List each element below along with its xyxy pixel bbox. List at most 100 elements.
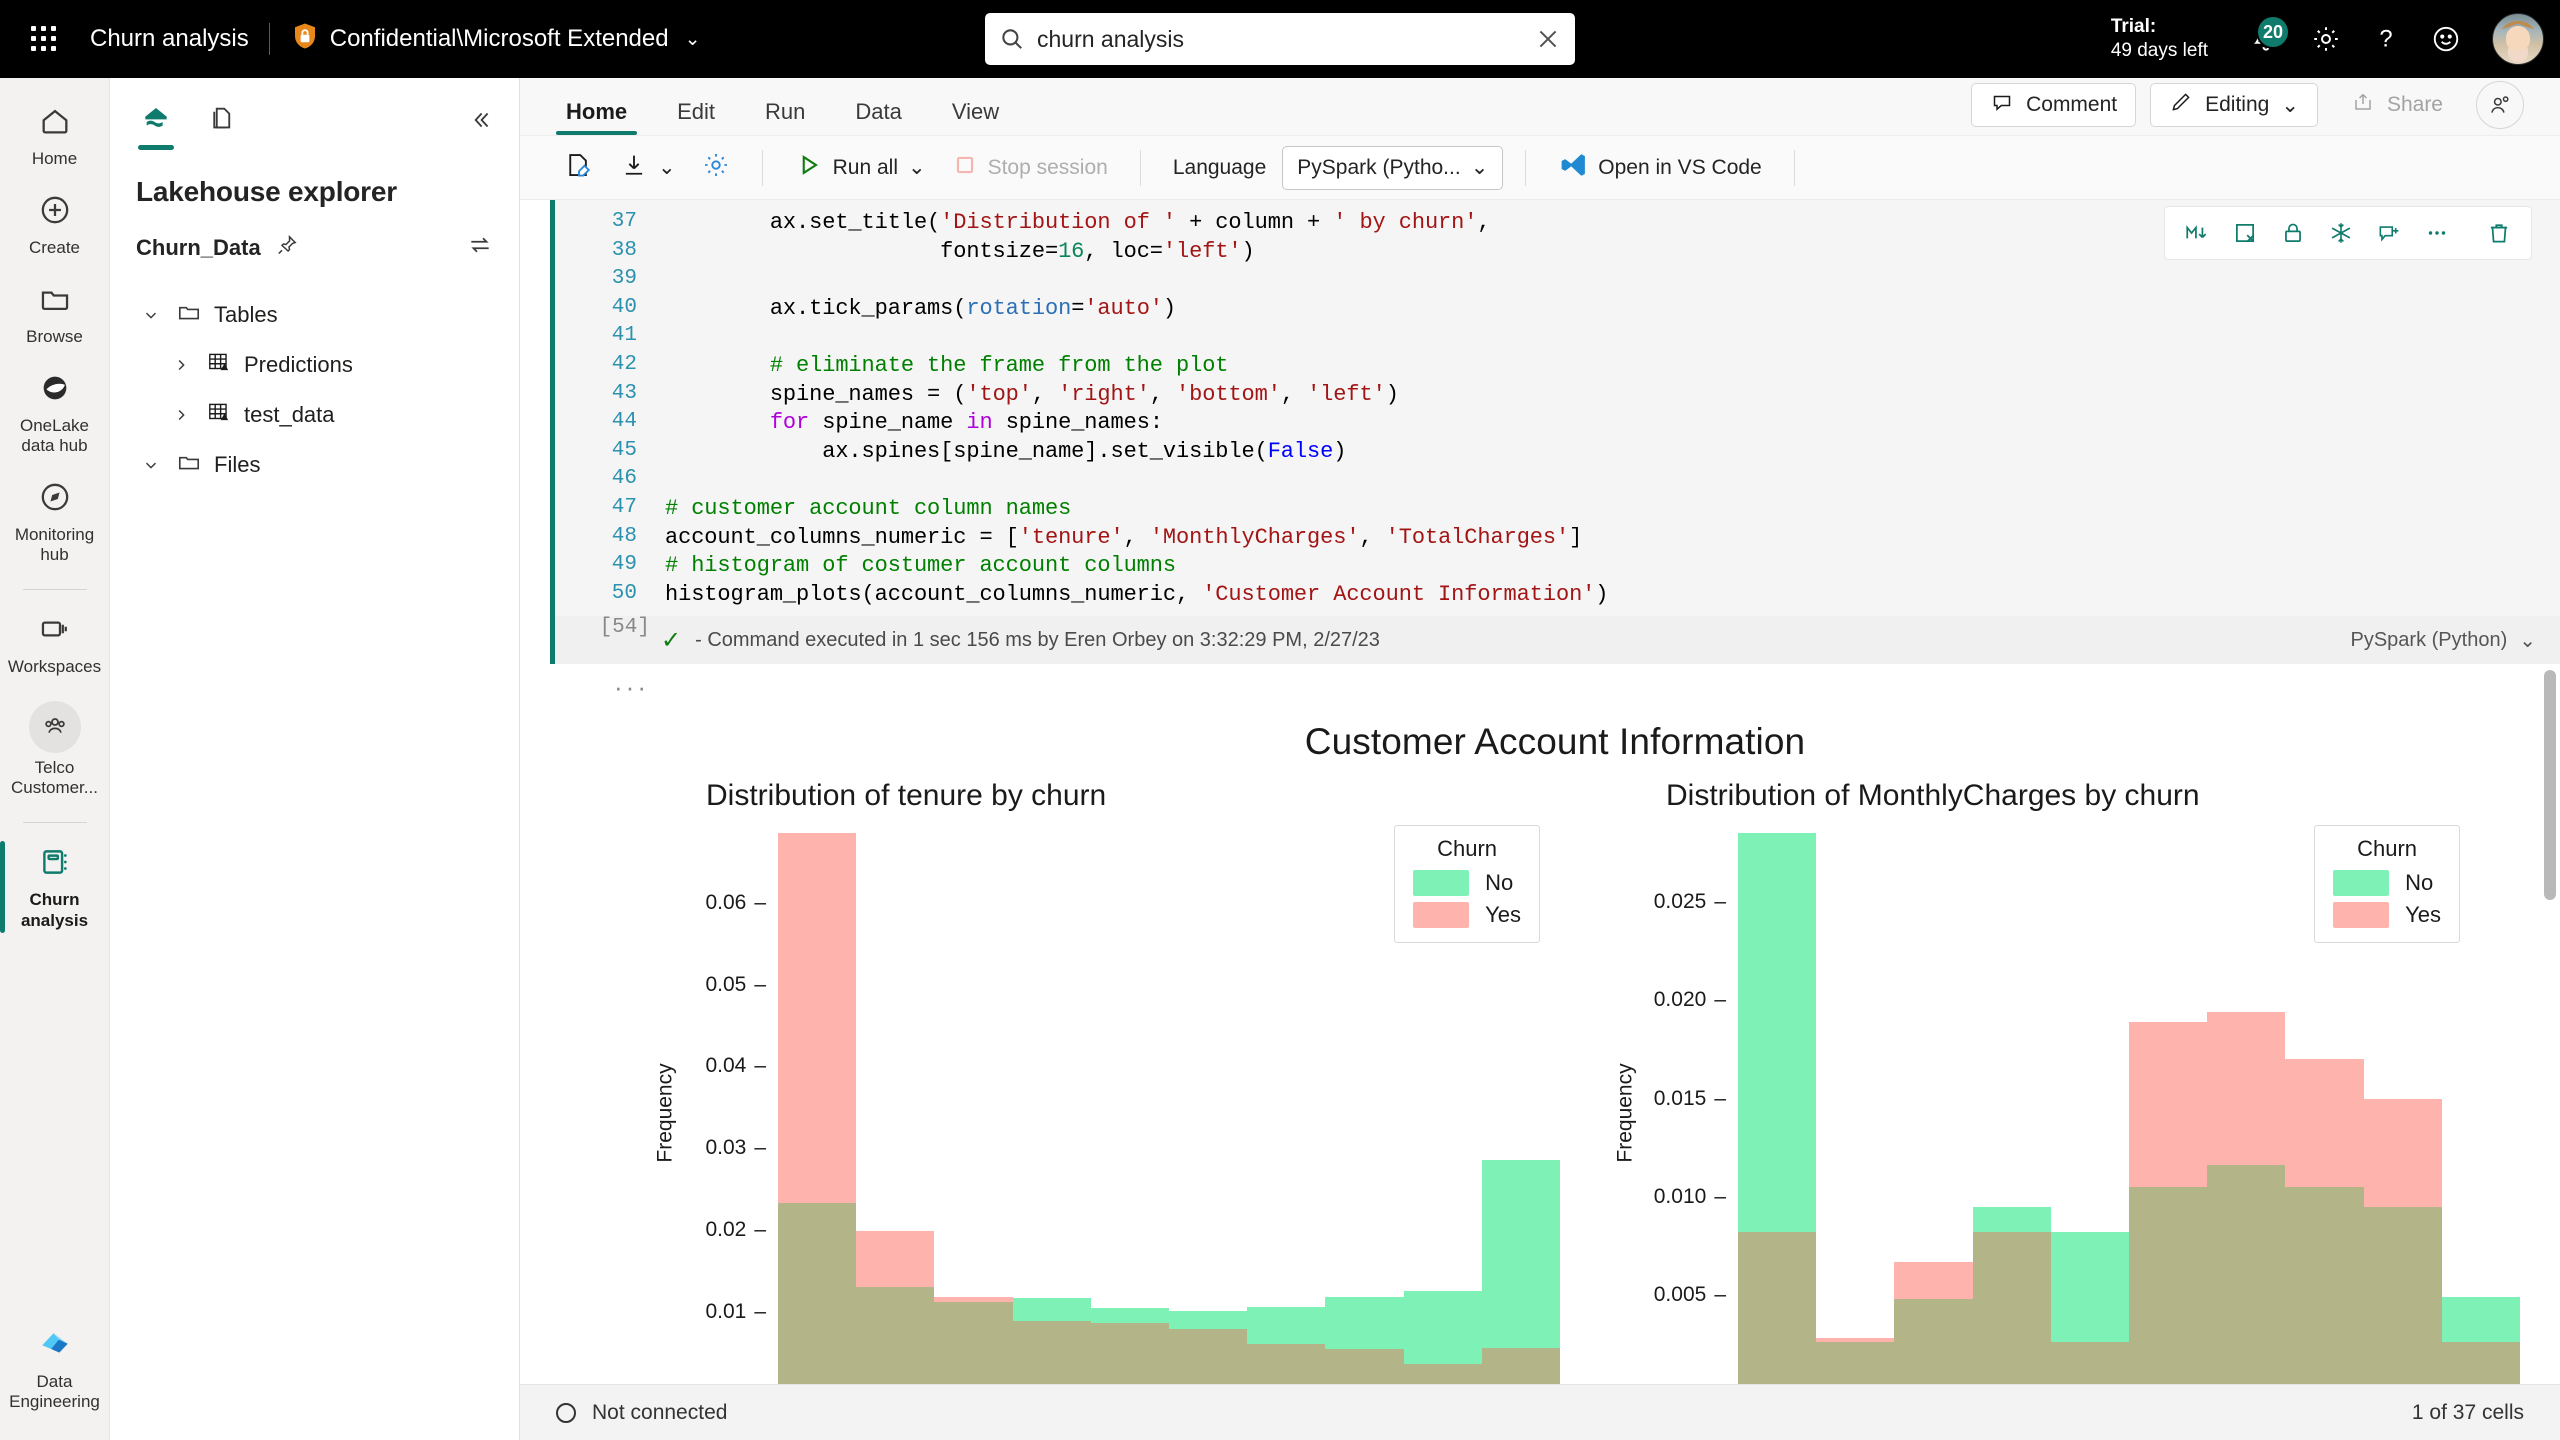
sidebar-item-create[interactable]: Create [5, 183, 105, 266]
notebook-toolbar: ⌄ Run all ⌄ Stop session Language PySpar… [520, 136, 2560, 200]
chevron-right-icon[interactable] [168, 356, 194, 374]
clear-output-icon[interactable] [2225, 213, 2265, 253]
plot-area-tenure: Frequency 0.000.010.020.030.040.050.06 0… [610, 825, 1570, 1422]
circle-icon [556, 1402, 576, 1423]
collapse-panel-button[interactable] [467, 107, 493, 140]
chevron-down-icon[interactable] [138, 456, 164, 474]
sidebar-item-workspaces[interactable]: Workspaces [5, 602, 105, 685]
tree-node-files[interactable]: Files [110, 440, 519, 490]
sidebar-item-home[interactable]: Home [5, 94, 105, 177]
search-box[interactable] [985, 13, 1575, 65]
settings-button[interactable] [2298, 11, 2354, 67]
code-line[interactable]: 47 # customer account column names [555, 496, 2560, 525]
code-text: fontsize=16, loc='left') [665, 238, 1255, 264]
chevron-down-icon[interactable]: ⌄ [908, 155, 926, 180]
y-tick-label: 0.04 [705, 1054, 766, 1078]
sensitivity-label-button[interactable]: Confidential\Microsoft Extended ⌄ [290, 21, 701, 57]
pin-icon[interactable] [275, 233, 299, 263]
scrollbar-thumb[interactable] [2544, 670, 2556, 900]
line-number: 37 [611, 210, 637, 233]
notifications-button[interactable]: 20 [2238, 11, 2294, 67]
data-engineering-icon [37, 1325, 73, 1367]
chevron-down-icon[interactable] [138, 306, 164, 324]
play-icon [795, 151, 823, 185]
trial-days-left: 49 days left [2110, 40, 2208, 61]
editing-mode-button[interactable]: Editing ⌄ [2150, 83, 2318, 127]
add-comment-icon[interactable] [2369, 213, 2409, 253]
sidebar-item-data-engineering[interactable]: Data Engineering [5, 1315, 105, 1434]
feedback-button[interactable] [2418, 11, 2474, 67]
chevron-right-icon[interactable] [168, 406, 194, 424]
code-line[interactable]: 46 [555, 467, 2560, 496]
code-line[interactable]: 45 ax.spines[spine_name].set_visible(Fal… [555, 439, 2560, 468]
lakehouse-name[interactable]: Churn_Data [136, 235, 261, 261]
tab-data[interactable]: Data [845, 99, 911, 135]
tab-edit[interactable]: Edit [667, 99, 725, 135]
y-tick-label: 0.020 [1654, 988, 1726, 1012]
y-tick-label: 0.010 [1654, 1185, 1726, 1209]
histogram-bar [778, 1202, 857, 1394]
plus-circle-icon [38, 193, 72, 233]
app-launcher-icon[interactable] [22, 17, 66, 61]
cell-more-dots[interactable]: ··· [550, 664, 2560, 703]
tab-run[interactable]: Run [755, 99, 815, 135]
edit-document-icon [564, 150, 594, 186]
line-number: 48 [611, 524, 637, 548]
tree-node-predictions[interactable]: Predictions [110, 340, 519, 390]
tree-node-tables[interactable]: Tables [110, 290, 519, 340]
vertical-scrollbar[interactable] [2544, 200, 2556, 1440]
cell-kernel-select[interactable]: PySpark (Python) ⌄ [2351, 628, 2537, 653]
code-line[interactable]: 43 spine_names = ('top', 'right', 'botto… [555, 382, 2560, 411]
delete-icon[interactable] [2479, 213, 2519, 253]
code-line[interactable]: 41 [555, 324, 2560, 353]
tree-node-test-data[interactable]: test_data [110, 390, 519, 440]
lock-icon[interactable] [2273, 213, 2313, 253]
tab-documents[interactable] [204, 97, 242, 149]
sidebar-item-onelake-data-hub[interactable]: OneLake data hub [5, 361, 105, 464]
close-icon[interactable] [1535, 26, 1561, 52]
folder-icon [38, 282, 72, 322]
code-line[interactable]: 42 # eliminate the frame from the plot [555, 353, 2560, 382]
language-select[interactable]: PySpark (Pytho... ⌄ [1282, 145, 1504, 190]
code-line[interactable]: 40 ax.tick_params(rotation='auto') [555, 296, 2560, 325]
title-bar-actions: Trial: 49 days left 20 ? [2111, 11, 2544, 67]
connection-status[interactable]: Not connected [556, 1401, 727, 1425]
freeze-icon[interactable] [2321, 213, 2361, 253]
language-value: PySpark (Pytho... [1297, 155, 1461, 179]
open-in-vs-code-button[interactable]: Open in VS Code [1548, 144, 1771, 192]
swap-arrows-icon[interactable] [467, 232, 493, 264]
help-button[interactable]: ? [2358, 11, 2414, 67]
notebook-settings-button[interactable] [692, 145, 740, 191]
run-all-button[interactable]: Run all ⌄ [785, 145, 936, 191]
app-title[interactable]: Churn analysis [90, 25, 249, 53]
notebook-scroll-area[interactable]: 37 ax.set_title('Distribution of ' + col… [520, 200, 2560, 1440]
code-line[interactable]: 39 [555, 267, 2560, 296]
lakehouse-row: Churn_Data [110, 208, 519, 264]
new-markdown-button[interactable] [554, 144, 604, 192]
code-line[interactable]: 44 for spine_name in spine_names: [555, 410, 2560, 439]
sidebar-item-monitoring-hub[interactable]: Monitoring hub [5, 470, 105, 573]
divider [1793, 149, 1795, 186]
convert-to-markdown-icon[interactable] [2177, 213, 2217, 253]
search-input[interactable] [1037, 25, 1535, 53]
code-line[interactable]: 50 histogram_plots(account_columns_numeri… [555, 582, 2560, 611]
more-options-icon[interactable] [2417, 213, 2457, 253]
chevron-down-icon[interactable]: ⌄ [658, 155, 676, 180]
sidebar-item-browse[interactable]: Browse [5, 272, 105, 355]
avatar[interactable] [2492, 13, 2544, 65]
tab-view[interactable]: View [942, 99, 1009, 135]
sidebar-item-telco-customer[interactable]: Telco Customer... [5, 691, 105, 806]
gear-icon [2311, 24, 2341, 54]
notebook-cell[interactable]: 37 ax.set_title('Distribution of ' + col… [550, 200, 2560, 1422]
download-button[interactable]: ⌄ [610, 145, 686, 191]
code-line[interactable]: 48 account_columns_numeric = ['tenure', '… [555, 525, 2560, 554]
code-line[interactable]: 49 # histogram of costumer account column… [555, 553, 2560, 582]
people-button[interactable] [2476, 81, 2524, 129]
cell-execution-count: [54] [599, 616, 650, 640]
code-editor[interactable]: 37 ax.set_title('Distribution of ' + col… [550, 200, 2560, 617]
status-bar: Not connected 1 of 37 cells [520, 1384, 2560, 1440]
comment-button[interactable]: Comment [1971, 83, 2137, 127]
sidebar-item-churn-analysis[interactable]: Churn analysis [0, 835, 105, 938]
tab-home[interactable]: Home [556, 99, 638, 135]
tab-lakehouse[interactable] [136, 96, 176, 150]
